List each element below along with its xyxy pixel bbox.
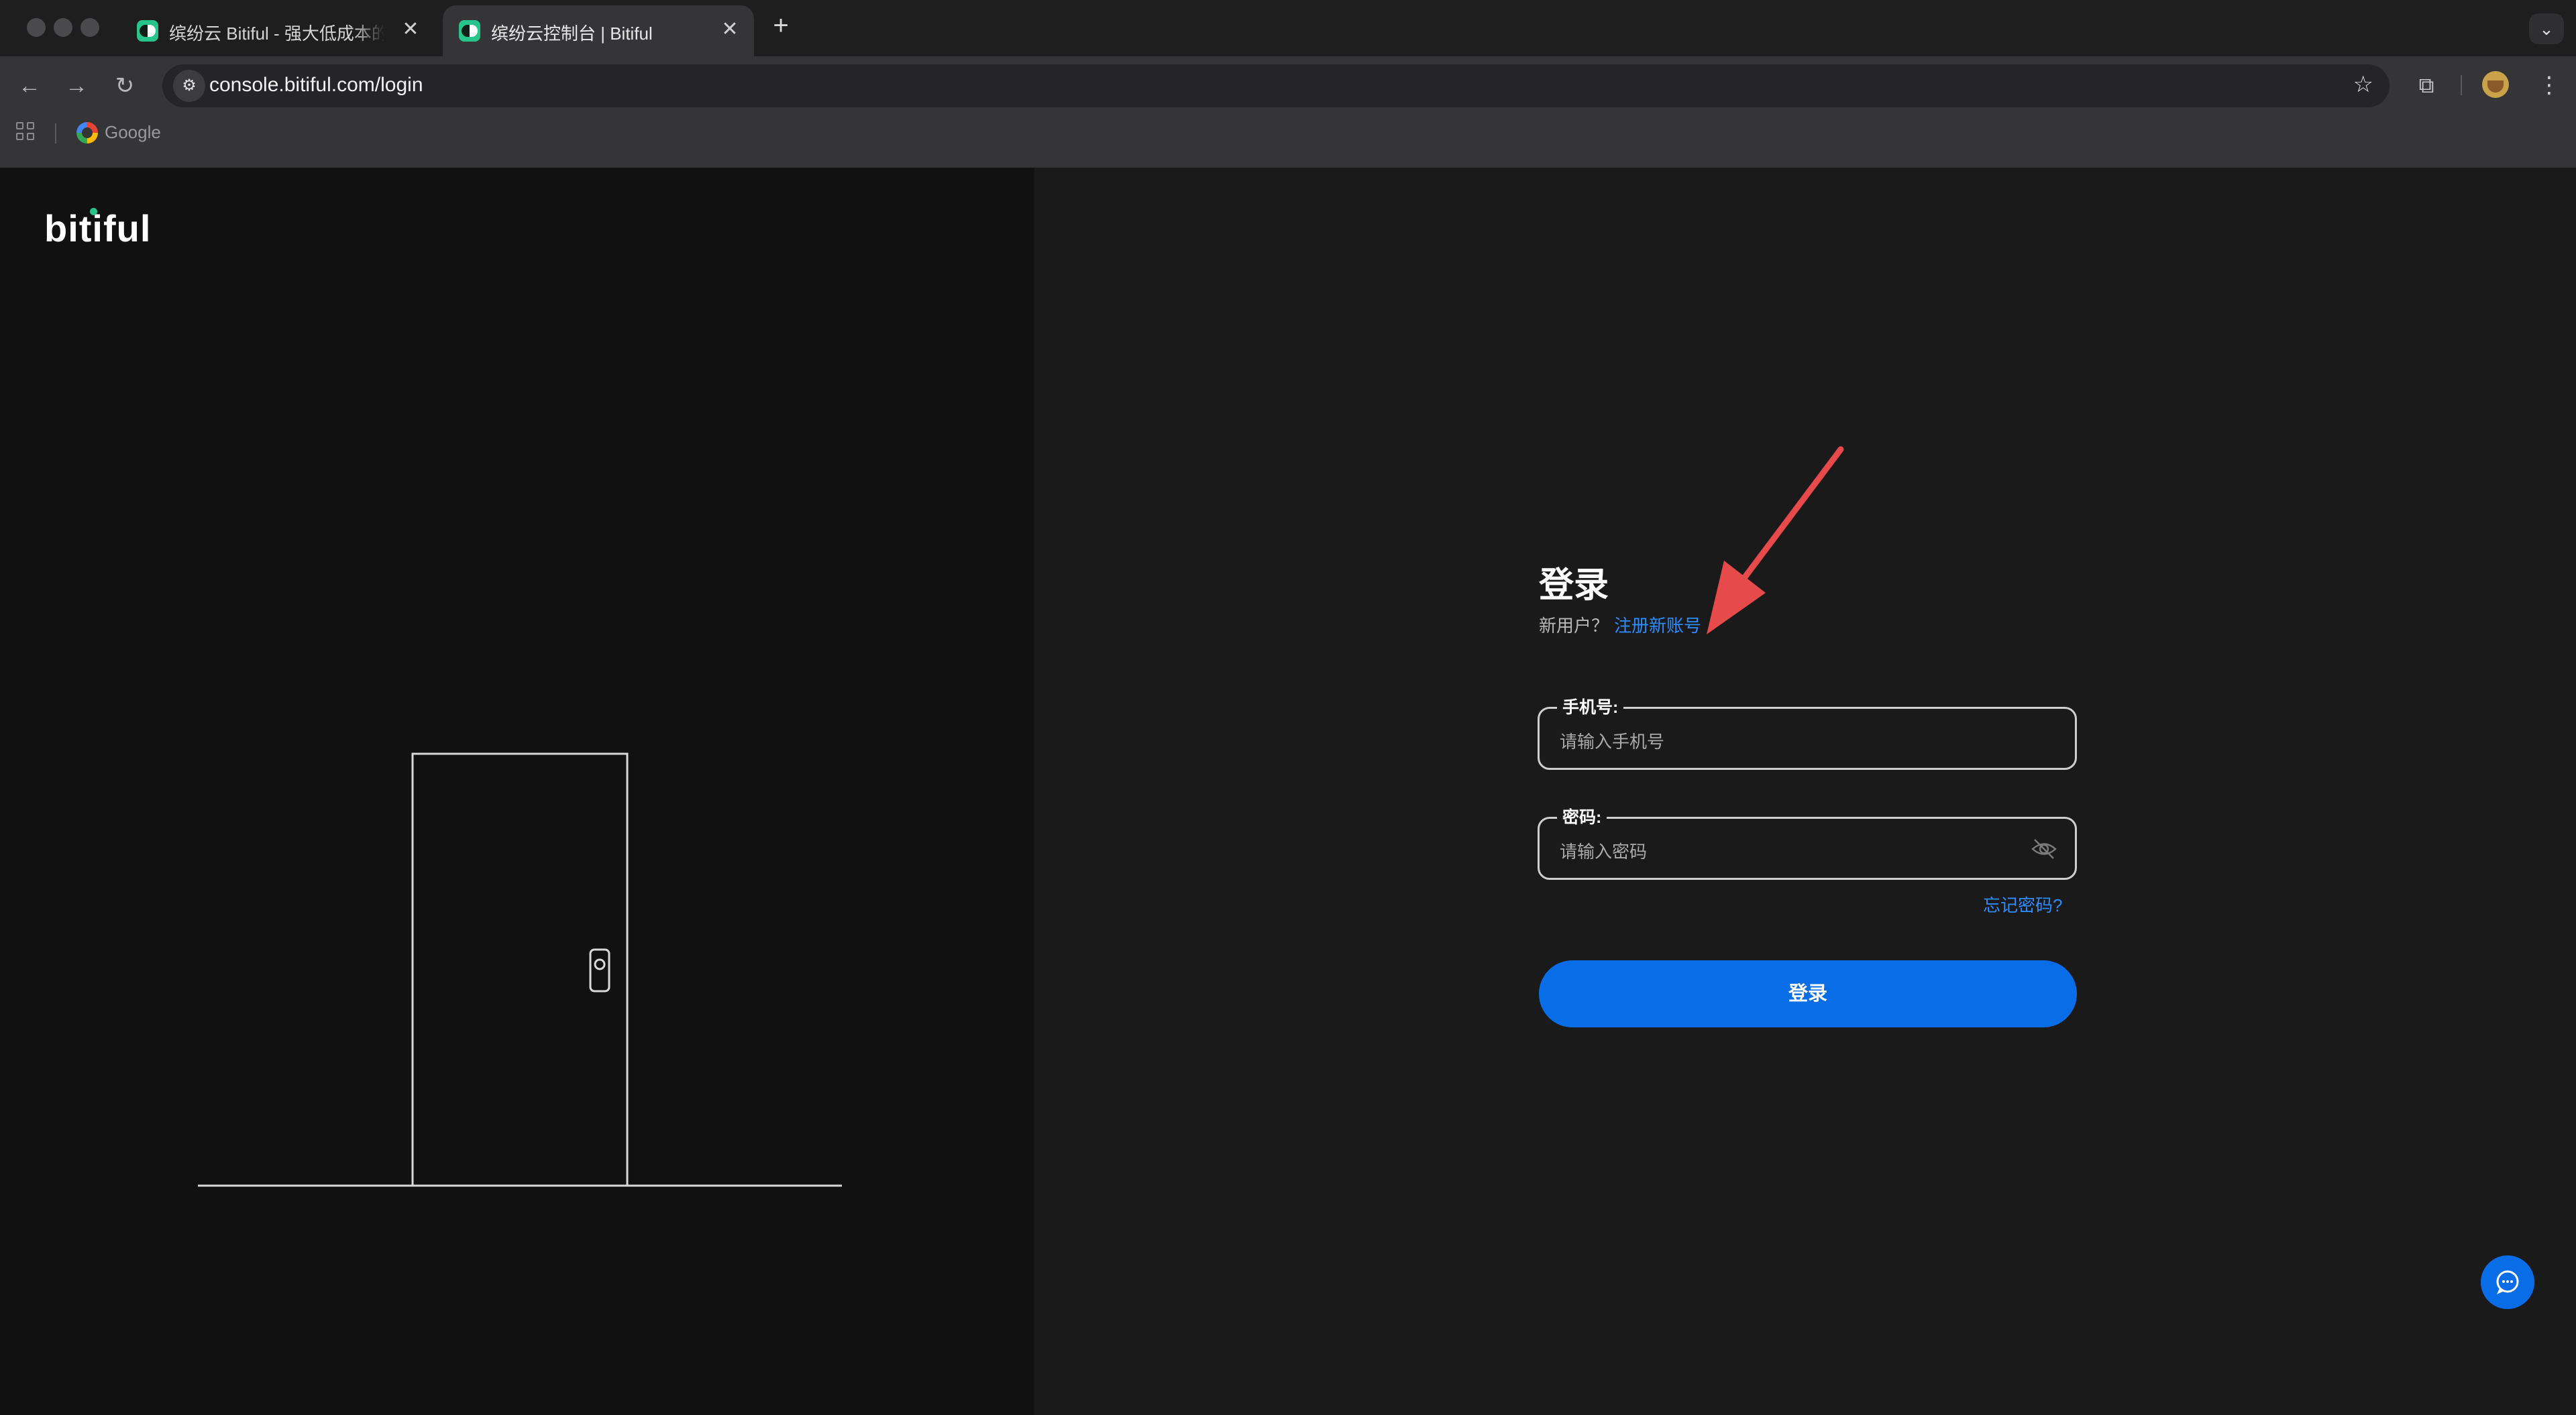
tab-close-icon[interactable]: ✕	[718, 17, 742, 42]
bitiful-favicon-icon	[459, 20, 480, 42]
phone-label: 手机号:	[1557, 694, 1624, 718]
extensions-puzzle-icon[interactable]: ⧉	[2411, 70, 2442, 101]
login-page: bitiful 登录 新用户？ 注册新账号 手机号: 请输入手机号 密码: 请输…	[0, 168, 2576, 1415]
browser-menu-icon[interactable]: ⋮	[2536, 70, 2563, 101]
bookmark-google[interactable]: Google	[105, 122, 161, 143]
annotation-arrow-icon	[1707, 446, 1844, 634]
browser-tab-strip: 缤纷云 Bitiful - 强大低成本的对象存储 ✕ 缤纷云控制台 | Biti…	[0, 0, 2576, 56]
bitiful-favicon-icon	[137, 20, 158, 42]
logo-dot	[90, 208, 97, 215]
google-icon[interactable]	[76, 122, 98, 144]
password-input[interactable]: 请输入密码	[1560, 838, 1647, 863]
signup-prompt: 新用户？	[1539, 616, 1609, 636]
back-arrow-icon[interactable]: ←	[13, 70, 46, 102]
window-zoom-button[interactable]	[80, 18, 99, 37]
site-info-icon[interactable]: ⚙	[173, 70, 205, 102]
window-minimize-button[interactable]	[54, 18, 72, 37]
tab-bitiful-console[interactable]: 缤纷云控制台 | Bitiful ✕	[443, 5, 754, 56]
tab-title: 缤纷云 Bitiful - 强大低成本的对象存储	[169, 23, 385, 44]
tab-bitiful-home[interactable]: 缤纷云 Bitiful - 强大低成本的对象存储 ✕	[121, 5, 437, 56]
door-knob	[594, 958, 606, 970]
tab-title: 缤纷云控制台 | Bitiful	[491, 23, 653, 44]
bookmark-star-icon[interactable]: ☆	[2353, 71, 2373, 98]
address-bar[interactable]: ⚙ console.bitiful.com/login ☆	[162, 64, 2390, 107]
reload-icon[interactable]: ↻	[109, 70, 141, 102]
forward-arrow-icon[interactable]: →	[60, 70, 93, 102]
toolbar-divider	[2461, 75, 2462, 95]
new-tab-button[interactable]: +	[766, 12, 796, 42]
door-handle	[589, 948, 610, 993]
password-label: 密码:	[1557, 804, 1607, 828]
tab-close-icon[interactable]: ✕	[398, 17, 423, 42]
password-field[interactable]: 密码: 请输入密码	[1538, 804, 2077, 880]
bitiful-logo[interactable]: bitiful	[44, 207, 151, 250]
apps-grid-icon[interactable]	[16, 122, 36, 142]
phone-input[interactable]: 请输入手机号	[1560, 728, 1664, 753]
page-title: 登录	[1539, 566, 1609, 605]
door-illustration	[198, 752, 842, 1187]
eye-off-icon[interactable]	[2031, 838, 2057, 860]
url-text[interactable]: console.bitiful.com/login	[209, 74, 423, 97]
login-button[interactable]: 登录	[1539, 960, 2077, 1027]
profile-avatar[interactable]	[2482, 71, 2509, 98]
chat-bubble-icon	[2496, 1270, 2519, 1294]
door-frame	[411, 752, 629, 1187]
bookmark-divider	[55, 123, 56, 144]
signup-link[interactable]: 注册新账号	[1614, 612, 1701, 637]
chat-support-button[interactable]	[2481, 1255, 2534, 1309]
illustration-panel: bitiful	[0, 168, 1034, 1415]
forgot-password-link[interactable]: 忘记密码?	[1983, 892, 2062, 917]
tab-search-button[interactable]: ⌄	[2529, 13, 2564, 44]
window-close-button[interactable]	[27, 18, 46, 37]
